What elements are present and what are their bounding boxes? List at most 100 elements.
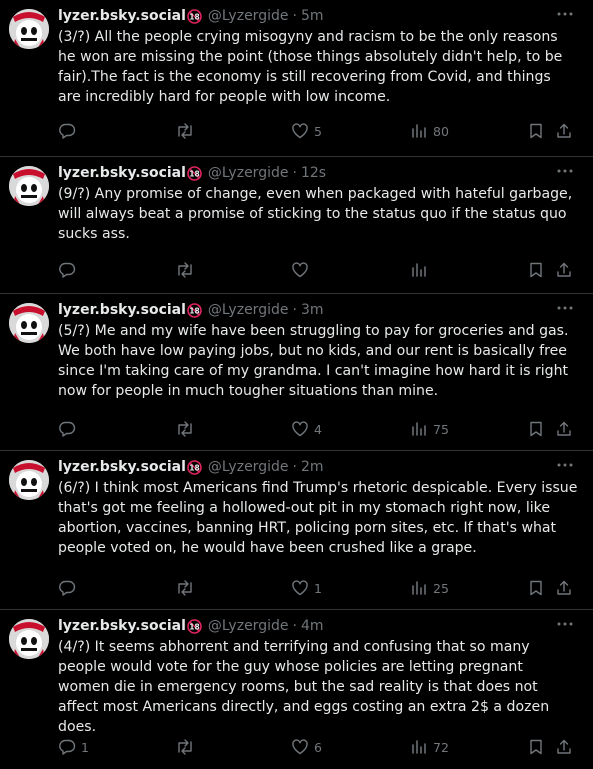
handle[interactable]: @Lyzergide <box>208 301 289 319</box>
avatar[interactable] <box>9 9 49 49</box>
reply-button[interactable] <box>58 260 81 280</box>
svg-text:18: 18 <box>189 169 199 178</box>
view-count: 72 <box>433 739 449 755</box>
heart-icon <box>291 579 309 597</box>
separator: · <box>292 618 297 634</box>
handle[interactable]: @Lyzergide <box>208 7 289 25</box>
share-upload-icon <box>555 261 573 279</box>
views-button[interactable] <box>410 260 433 280</box>
post-actions: 4 75 <box>58 419 578 439</box>
display-name[interactable]: lyzer.bsky.social <box>58 617 186 635</box>
like-button[interactable] <box>291 260 314 280</box>
view-count: 80 <box>433 123 449 139</box>
bookmark-button[interactable] <box>527 737 545 757</box>
timestamp[interactable]: 12s <box>301 164 326 182</box>
share-button[interactable] <box>555 260 573 280</box>
separator: · <box>292 8 297 24</box>
bookmark-button[interactable] <box>527 260 545 280</box>
post-text: (3/?) All the people crying misogyny and… <box>58 29 563 105</box>
reply-button[interactable] <box>58 578 81 598</box>
post-actions <box>58 260 578 280</box>
avatar[interactable] <box>9 619 49 659</box>
repost-button[interactable] <box>175 260 200 280</box>
more-dots-icon[interactable] <box>555 163 575 179</box>
bookmark-button[interactable] <box>527 121 545 141</box>
more-dots-icon[interactable] <box>555 6 575 22</box>
bookmark-icon <box>527 579 545 597</box>
handle[interactable]: @Lyzergide <box>208 458 289 476</box>
display-name[interactable]: lyzer.bsky.social <box>58 164 186 182</box>
avatar[interactable] <box>9 166 49 206</box>
post-text: (5/?) Me and my wife have been strugglin… <box>58 323 569 399</box>
like-button[interactable]: 4 <box>291 419 322 439</box>
like-count: 6 <box>314 739 322 755</box>
repost-button[interactable] <box>175 419 200 439</box>
more-dots-icon[interactable] <box>555 616 575 632</box>
timestamp[interactable]: 2m <box>301 458 324 476</box>
bookmark-icon <box>527 420 545 438</box>
view-count: 25 <box>433 580 449 596</box>
heart-icon <box>291 261 309 279</box>
post-actions: 5 80 <box>58 121 578 141</box>
post-card[interactable]: lyzer.bsky.social 18 @Lyzergide · 3m (5/… <box>0 294 593 451</box>
handle[interactable]: @Lyzergide <box>208 164 289 182</box>
more-dots-icon[interactable] <box>555 457 575 473</box>
repost-button[interactable] <box>175 121 200 141</box>
timestamp[interactable]: 4m <box>301 617 324 635</box>
post-card[interactable]: lyzer.bsky.social 18 @Lyzergide · 2m (6/… <box>0 451 593 610</box>
post-text: (9/?) Any promise of change, even when p… <box>58 186 573 242</box>
speech-bubble-icon <box>58 738 76 756</box>
like-button[interactable]: 1 <box>291 578 322 598</box>
bookmark-button[interactable] <box>527 578 545 598</box>
post-header: lyzer.bsky.social 18 @Lyzergide · 12s <box>58 164 326 182</box>
post-text: (6/?) I think most Americans find Trump'… <box>58 480 578 556</box>
more-dots-icon[interactable] <box>555 300 575 316</box>
18-plus-badge-icon: 18 <box>187 618 202 634</box>
bookmark-button[interactable] <box>527 419 545 439</box>
heart-icon <box>291 420 309 438</box>
share-button[interactable] <box>555 121 573 141</box>
display-name[interactable]: lyzer.bsky.social <box>58 301 186 319</box>
bar-chart-icon <box>410 261 428 279</box>
display-name[interactable]: lyzer.bsky.social <box>58 458 186 476</box>
bookmark-icon <box>527 122 545 140</box>
reply-button[interactable]: 1 <box>58 737 89 757</box>
post-text: (4/?) It seems abhorrent and terrifying … <box>58 639 550 735</box>
views-button[interactable]: 72 <box>410 737 449 757</box>
bookmark-icon <box>527 738 545 756</box>
handle[interactable]: @Lyzergide <box>208 617 289 635</box>
bar-chart-icon <box>410 420 428 438</box>
timestamp[interactable]: 3m <box>301 301 324 319</box>
views-button[interactable]: 25 <box>410 578 449 598</box>
like-count: 4 <box>314 421 322 437</box>
like-button[interactable]: 6 <box>291 737 322 757</box>
views-button[interactable]: 80 <box>410 121 449 141</box>
speech-bubble-icon <box>58 579 76 597</box>
timestamp[interactable]: 5m <box>301 7 324 25</box>
18-plus-badge-icon: 18 <box>187 459 202 475</box>
share-button[interactable] <box>555 737 573 757</box>
repost-arrows-icon <box>175 738 195 756</box>
speech-bubble-icon <box>58 420 76 438</box>
repost-button[interactable] <box>175 578 200 598</box>
views-button[interactable]: 75 <box>410 419 449 439</box>
speech-bubble-icon <box>58 261 76 279</box>
separator: · <box>292 165 297 181</box>
reply-button[interactable] <box>58 419 81 439</box>
post-card[interactable]: lyzer.bsky.social 18 @Lyzergide · 12s (9… <box>0 157 593 294</box>
svg-text:18: 18 <box>189 622 199 631</box>
avatar[interactable] <box>9 303 49 343</box>
avatar[interactable] <box>9 460 49 500</box>
18-plus-badge-icon: 18 <box>187 165 202 181</box>
post-card[interactable]: lyzer.bsky.social 18 @Lyzergide · 4m (4/… <box>0 610 593 769</box>
like-button[interactable]: 5 <box>291 121 322 141</box>
svg-text:18: 18 <box>189 463 199 472</box>
repost-button[interactable] <box>175 737 200 757</box>
share-button[interactable] <box>555 419 573 439</box>
display-name[interactable]: lyzer.bsky.social <box>58 7 186 25</box>
post-card[interactable]: lyzer.bsky.social 18 @Lyzergide · 5m (3/… <box>0 0 593 157</box>
speech-bubble-icon <box>58 122 76 140</box>
svg-text:18: 18 <box>189 306 199 315</box>
share-button[interactable] <box>555 578 573 598</box>
reply-button[interactable] <box>58 121 81 141</box>
